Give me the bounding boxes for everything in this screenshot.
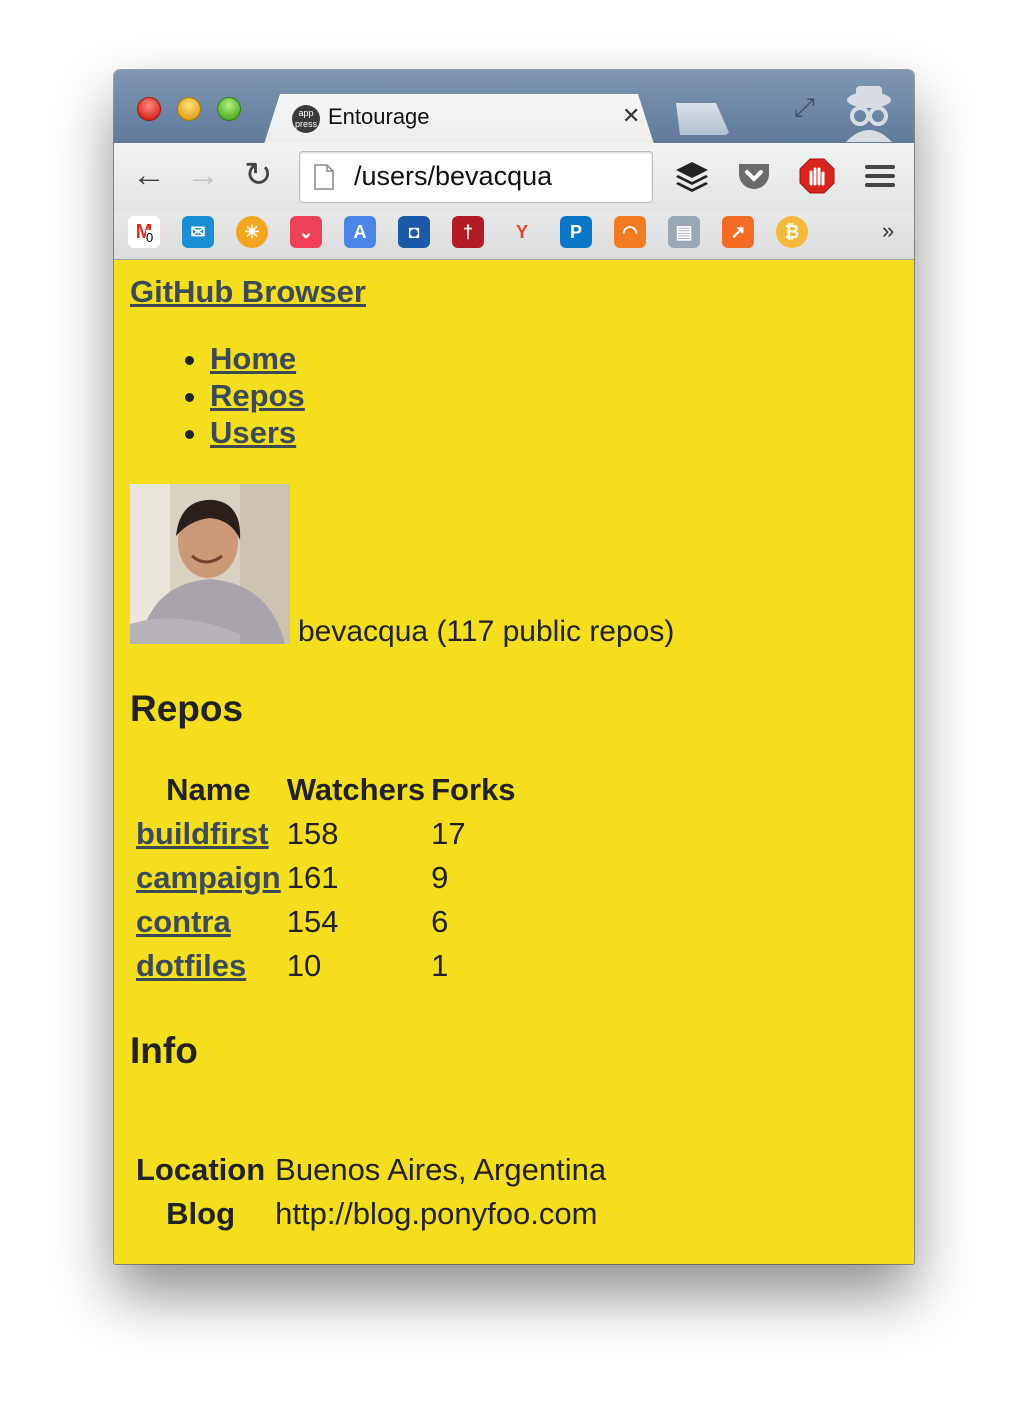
twitter-icon[interactable]: ✉ [182, 216, 214, 248]
table-row: campaign 161 9 [136, 856, 516, 900]
nav-item-users: Users [210, 414, 305, 451]
table-row: dotfiles 10 1 [136, 944, 516, 988]
bookmarks-overflow-button[interactable]: » [882, 218, 894, 244]
nav-item-home: Home [210, 340, 305, 377]
sun-icon[interactable]: ☀ [236, 216, 268, 248]
brand-link[interactable]: GitHub Browser [130, 274, 366, 310]
fullscreen-icon[interactable]: ⤢ [794, 92, 815, 124]
column-header-watchers: Watchers [286, 772, 426, 807]
repo-link[interactable]: campaign [136, 860, 281, 895]
browser-window: app press Entourage ✕ ⤢ ← → ↻ /users/bev… [114, 70, 914, 1264]
pocket-icon[interactable]: ⌄ [290, 216, 322, 248]
zoom-window-button[interactable] [217, 97, 241, 121]
analytics-icon[interactable]: ↗ [722, 216, 754, 248]
forks-cell: 1 [431, 948, 449, 983]
user-summary: bevacqua (117 public repos) [298, 615, 675, 648]
devtools-icon[interactable]: ▤ [668, 216, 700, 248]
column-header-name: Name [166, 772, 251, 807]
info-heading: Info [130, 1030, 198, 1071]
forks-cell: 17 [431, 816, 466, 851]
grooveshark-icon[interactable]: ◠ [614, 216, 646, 248]
minimize-window-button[interactable] [177, 97, 201, 121]
watchers-cell: 10 [286, 948, 322, 983]
app-press-favicon-icon: app press [292, 105, 320, 133]
address-text: /users/bevacqua [354, 161, 553, 191]
back-arrow-icon[interactable]: ← [132, 158, 166, 192]
repo-name-cell: buildfirst [136, 812, 281, 856]
nav-link-users[interactable]: Users [210, 415, 296, 450]
menu-icon[interactable] [862, 158, 898, 194]
repo-name-cell: dotfiles [136, 944, 281, 988]
page-content: GitHub Browser Home Repos Users bevacqua… [114, 260, 914, 1264]
bitcoin-icon[interactable]: ₿ [776, 216, 808, 248]
yammer-icon[interactable]: Y [506, 216, 538, 248]
info-table: Location Buenos Aires, Argentina Blog ht… [130, 1148, 612, 1236]
nav-item-repos: Repos [210, 377, 305, 414]
table-header-row: Name Watchers Forks [136, 768, 516, 812]
tab-close-icon[interactable]: ✕ [622, 103, 640, 129]
translate-icon[interactable]: A [344, 216, 376, 248]
table-row: buildfirst 158 17 [136, 812, 516, 856]
blog-value: http://blog.ponyfoo.com [275, 1196, 598, 1231]
repo-link[interactable]: contra [136, 904, 231, 939]
tab-title: Entourage [328, 104, 430, 129]
nav-link-repos[interactable]: Repos [210, 378, 305, 413]
gmail-badge: 0 [146, 230, 154, 245]
buffer-icon[interactable] [674, 158, 710, 194]
avatar [130, 484, 290, 644]
dagger-icon[interactable]: † [452, 216, 484, 248]
table-row: contra 154 6 [136, 900, 516, 944]
paypal-icon[interactable]: P [560, 216, 592, 248]
repos-heading: Repos [130, 688, 244, 729]
watchers-cell: 154 [286, 904, 339, 939]
tab-entourage[interactable] [264, 94, 654, 144]
main-nav: Home Repos Users [170, 340, 305, 451]
column-header-forks: Forks [431, 772, 516, 807]
repo-link[interactable]: buildfirst [136, 816, 269, 851]
pocket-icon[interactable] [736, 158, 772, 194]
forward-arrow-icon[interactable]: → [186, 158, 220, 192]
repo-link[interactable]: dotfiles [136, 948, 246, 983]
address-bar[interactable]: /users/bevacqua [299, 151, 653, 203]
repos-table: Name Watchers Forks buildfirst 158 17 ca… [130, 768, 522, 988]
incognito-icon [846, 86, 892, 142]
adblock-icon[interactable] [799, 158, 835, 194]
repo-name-cell: campaign [136, 856, 281, 900]
gmail-icon[interactable]: M [128, 216, 160, 248]
info-row-location: Location Buenos Aires, Argentina [136, 1148, 606, 1192]
watchers-cell: 161 [286, 860, 339, 895]
reload-icon[interactable]: ↻ [244, 158, 273, 192]
blog-label: Blog [166, 1196, 236, 1231]
location-value: Buenos Aires, Argentina [275, 1152, 607, 1187]
forks-cell: 9 [431, 860, 449, 895]
close-window-button[interactable] [137, 97, 161, 121]
location-label: Location [136, 1152, 266, 1187]
repo-name-cell: contra [136, 900, 281, 944]
nav-link-home[interactable]: Home [210, 341, 296, 376]
page-icon [314, 164, 334, 190]
forks-cell: 6 [431, 904, 449, 939]
info-row-blog: Blog http://blog.ponyfoo.com [136, 1192, 606, 1236]
watchers-cell: 158 [286, 816, 339, 851]
chase-icon[interactable]: ◘ [398, 216, 430, 248]
